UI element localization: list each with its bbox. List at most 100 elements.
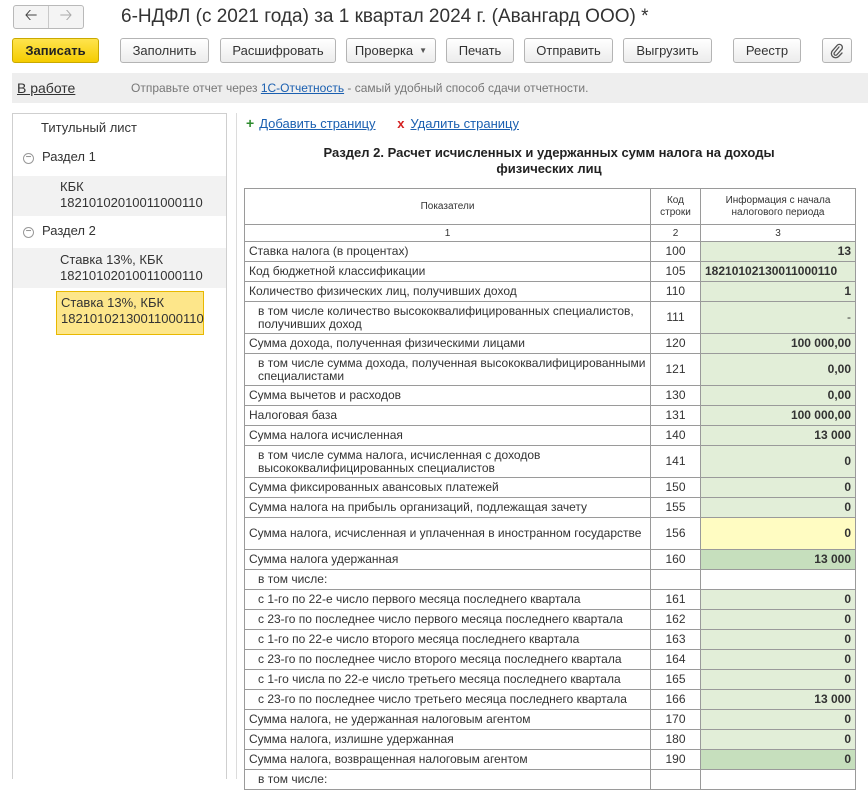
row-code: 166 (650, 689, 701, 710)
row-value-field[interactable]: 1 (700, 281, 856, 302)
row-code: 130 (650, 385, 701, 406)
tree-item-section2[interactable]: − Раздел 2 (23, 223, 96, 238)
row-value-field[interactable]: 0,00 (700, 353, 856, 386)
row-value-field[interactable]: 0 (700, 445, 856, 478)
add-page-link[interactable]: Добавить страницу (259, 116, 375, 131)
row-label: с 1-го по 22-е число второго месяца посл… (244, 629, 651, 650)
export-button[interactable]: Выгрузить (623, 38, 712, 63)
row-code: 164 (650, 649, 701, 670)
table-row: Сумма налога, излишне удержанная 180 0 (244, 729, 856, 750)
row-label: с 1-го по 22-е число первого месяца посл… (244, 589, 651, 610)
tree-item-title-page[interactable]: Титульный лист (41, 120, 137, 135)
collapse-icon[interactable]: − (23, 227, 34, 238)
row-code (650, 569, 701, 590)
attach-button[interactable] (822, 38, 852, 63)
send-button[interactable]: Отправить (524, 38, 613, 63)
row-value-field[interactable]: 0 (700, 589, 856, 610)
section2-form-table: Показатели Код строки Информация с начал… (244, 188, 856, 790)
row-value-field[interactable]: 100 000,00 (700, 333, 856, 354)
print-button[interactable]: Печать (446, 38, 514, 63)
tree-item-line1: Ставка 13%, КБК (60, 252, 164, 267)
status-message-after: - самый удобный способ сдачи отчетности. (344, 81, 589, 95)
tree-item-line2: 18210102010011000110 (60, 268, 203, 283)
row-label: Сумма налога, не удержанная налоговым аг… (244, 709, 651, 730)
row-label: в том числе: (244, 769, 651, 790)
row-value-field[interactable]: 13 000 (700, 549, 856, 570)
row-code: 162 (650, 609, 701, 630)
row-value-field (700, 569, 856, 590)
row-value-field[interactable]: 0 (700, 629, 856, 650)
tree-item-line1: КБК (60, 179, 84, 194)
row-value-field[interactable]: 0 (700, 709, 856, 730)
row-value-field[interactable]: 0 (700, 749, 856, 770)
decode-button[interactable]: Расшифровать (220, 38, 336, 63)
row-code: 190 (650, 749, 701, 770)
tree-item-section2-rate-kbk-2-selected[interactable]: Ставка 13%, КБК 18210102130011000110 (56, 291, 204, 335)
row-value-field[interactable]: - (700, 301, 856, 334)
table-header-row: Показатели Код строки Информация с начал… (244, 188, 856, 225)
row-code: 150 (650, 477, 701, 498)
caret-down-icon: ▼ (419, 46, 428, 55)
status-bar: В работе Отправьте отчет через 1С-Отчетн… (12, 73, 868, 103)
plus-icon[interactable]: + (246, 115, 254, 131)
arrow-left-icon: 🡠 (24, 6, 38, 24)
title-bar: 🡠 🡢 6-НДФЛ (с 2021 года) за 1 квартал 20… (0, 0, 868, 34)
row-value-field[interactable]: 13 000 (700, 425, 856, 446)
row-code: 131 (650, 405, 701, 426)
reporting-service-link[interactable]: 1С-Отчетность (261, 81, 344, 95)
row-code: 161 (650, 589, 701, 610)
fill-button[interactable]: Заполнить (120, 38, 209, 63)
column-number-row: 1 2 3 (244, 224, 856, 242)
row-code: 140 (650, 425, 701, 446)
row-value-field[interactable]: 13 (700, 241, 856, 262)
row-label: Сумма вычетов и расходов (244, 385, 651, 406)
table-row: Количество физических лиц, получивших до… (244, 281, 856, 302)
delete-page-link[interactable]: Удалить страницу (410, 116, 519, 131)
registry-button[interactable]: Реестр (733, 38, 801, 63)
check-dropdown-button[interactable]: Проверка ▼ (346, 38, 436, 63)
table-row: Код бюджетной классификации 105 18210102… (244, 261, 856, 282)
delete-icon[interactable]: x (397, 116, 404, 131)
row-value-field[interactable]: 13 000 (700, 689, 856, 710)
row-code: 156 (650, 517, 701, 550)
row-code: 160 (650, 549, 701, 570)
table-row: с 1-го по 22-е число второго месяца посл… (244, 629, 856, 650)
row-value-field[interactable]: 0 (700, 517, 856, 550)
section-title: Раздел 2. Расчет исчисленных и удержанны… (300, 145, 798, 177)
row-label: Сумма налога, исчисленная и уплаченная в… (244, 517, 651, 550)
row-code: 120 (650, 333, 701, 354)
row-value-field[interactable]: 0,00 (700, 385, 856, 406)
row-value-field[interactable]: 0 (700, 477, 856, 498)
row-value-field[interactable]: 18210102130011000110 (700, 261, 856, 282)
row-value-field[interactable]: 0 (700, 609, 856, 630)
table-row: с 23-го по последнее число первого месяц… (244, 609, 856, 630)
row-label: Ставка налога (в процентах) (244, 241, 651, 262)
row-value-field[interactable]: 0 (700, 729, 856, 750)
tree-item-section1-label: Раздел 1 (42, 149, 96, 164)
tree-item-section2-rate-kbk-1[interactable]: Ставка 13%, КБК 18210102010011000110 (13, 248, 226, 288)
sections-tree: Титульный лист − Раздел 1 КБК 18210102010… (12, 113, 227, 779)
header-code-line1: Код (666, 194, 684, 206)
collapse-icon[interactable]: − (23, 153, 34, 164)
save-button[interactable]: Записать (12, 38, 99, 63)
header-info: Информация с начала налогового периода (700, 188, 856, 225)
row-value-field[interactable]: 0 (700, 669, 856, 690)
tree-item-section1-kbk[interactable]: КБК 18210102010011000110 (13, 176, 226, 216)
table-row: с 1-го по 22-е число первого месяца посл… (244, 589, 856, 610)
forward-button[interactable]: 🡢 (48, 6, 83, 28)
back-button[interactable]: 🡠 (14, 6, 48, 28)
status-link[interactable]: В работе (17, 80, 75, 96)
row-value-field[interactable]: 0 (700, 497, 856, 518)
header-info-line1: Информация с начала (725, 194, 831, 206)
tree-item-line1: Ставка 13%, КБК (61, 295, 165, 310)
row-label: Сумма налога, возвращенная налоговым аге… (244, 749, 651, 770)
status-message-before: Отправьте отчет через (131, 81, 261, 95)
row-code: 170 (650, 709, 701, 730)
check-button-label: Проверка (354, 43, 414, 58)
row-value-field[interactable]: 0 (700, 649, 856, 670)
row-code: 163 (650, 629, 701, 650)
tree-item-section1[interactable]: − Раздел 1 (23, 149, 96, 164)
panel-divider (236, 113, 237, 779)
table-row: в том числе количество высококвалифициро… (244, 301, 856, 334)
row-value-field[interactable]: 100 000,00 (700, 405, 856, 426)
